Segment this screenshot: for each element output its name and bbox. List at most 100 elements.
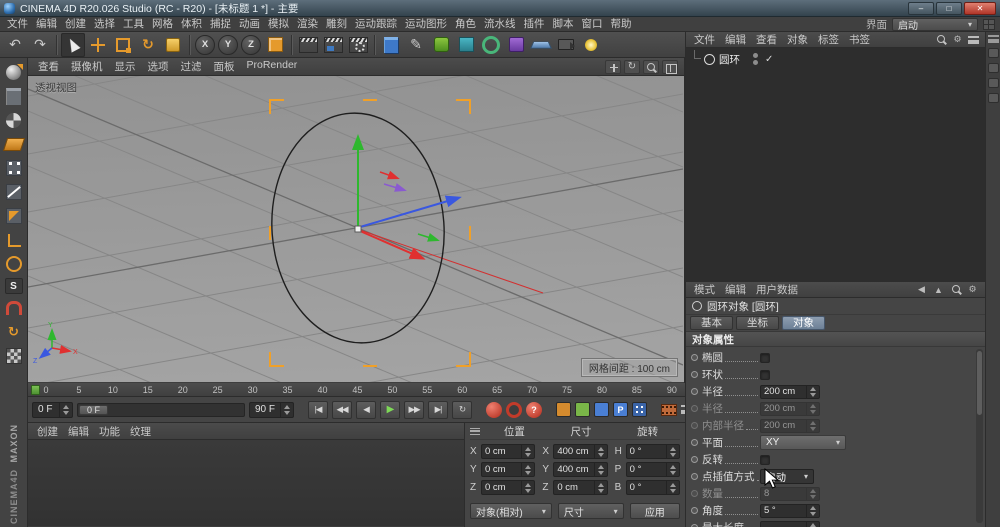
angle-field[interactable]: 5 ° xyxy=(760,504,820,518)
menu-item[interactable]: 动画 xyxy=(235,17,264,31)
spinner-arrows-icon[interactable] xyxy=(594,481,607,494)
loop-button[interactable]: ↻ xyxy=(452,401,472,419)
checker-pattern-icon[interactable] xyxy=(3,346,25,366)
floor-environment-icon[interactable] xyxy=(529,33,553,57)
viewport-menu-item[interactable]: 查看 xyxy=(32,59,65,74)
tab-object[interactable]: 对象 xyxy=(782,316,825,330)
deformer-icon[interactable] xyxy=(504,33,528,57)
menu-item[interactable]: 网格 xyxy=(148,17,177,31)
timeline-range-slider[interactable]: 0 F xyxy=(77,403,245,417)
viewport-menu-item[interactable]: ProRender xyxy=(241,59,304,74)
timeline-tick[interactable]: 25 xyxy=(213,385,223,395)
plane-dropdown[interactable]: XY▾ xyxy=(760,435,846,450)
attribute-menu-item[interactable]: 用户数据 xyxy=(751,282,803,297)
viewport-canvas[interactable]: Y X Z 透视视图 网格间距 : 100 cm xyxy=(28,76,684,382)
filter-icon[interactable]: ⚙ xyxy=(951,33,964,46)
spinner-arrows-icon[interactable] xyxy=(806,386,819,398)
material-list-area[interactable] xyxy=(28,440,464,526)
visibility-dots-icon[interactable] xyxy=(752,52,759,66)
record-keyframe-icon[interactable] xyxy=(486,402,502,418)
menu-item[interactable]: 脚本 xyxy=(549,17,578,31)
keyframe-dot-icon[interactable] xyxy=(691,473,698,480)
y-axis-lock-button[interactable]: Y xyxy=(218,35,238,55)
timeline-tick[interactable]: 65 xyxy=(492,385,502,395)
keyframe-dot-icon[interactable] xyxy=(691,388,698,395)
close-button[interactable]: ✕ xyxy=(964,2,996,15)
range-slider-thumb[interactable]: 0 F xyxy=(79,405,108,415)
dock-menu-icon[interactable] xyxy=(988,35,999,43)
edges-mode-icon[interactable] xyxy=(3,182,25,202)
coordinates-menu-icon[interactable] xyxy=(470,428,480,435)
light-icon[interactable] xyxy=(579,33,603,57)
dock-panel-icon[interactable] xyxy=(988,48,999,58)
tab-coordinates[interactable]: 坐标 xyxy=(736,316,779,330)
timeline-tick[interactable]: 15 xyxy=(143,385,153,395)
camera-icon[interactable] xyxy=(554,33,578,57)
record-scale-icon[interactable] xyxy=(575,402,590,417)
attribute-menu-item[interactable]: 编辑 xyxy=(720,282,751,297)
dock-panel-icon[interactable] xyxy=(988,93,999,103)
spinner-arrows-icon[interactable] xyxy=(666,481,679,494)
object-row[interactable]: 圆环 ✓ xyxy=(686,51,985,67)
timeline-tick[interactable]: 0 xyxy=(42,385,50,395)
add-primitive-cube-icon[interactable] xyxy=(379,33,403,57)
rotation-p-field[interactable]: 0 ° xyxy=(626,462,680,477)
render-view-icon[interactable] xyxy=(296,33,320,57)
record-parameter-icon[interactable]: P xyxy=(613,402,628,417)
menu-item[interactable]: 选择 xyxy=(90,17,119,31)
scale-tool-icon[interactable] xyxy=(111,33,135,57)
subdivision-surface-icon[interactable] xyxy=(429,33,453,57)
ring-checkbox[interactable] xyxy=(760,370,770,380)
snap-settings-magnet-icon[interactable] xyxy=(3,298,25,318)
spinner-arrows-icon[interactable] xyxy=(59,403,72,417)
timeline-tick[interactable]: 45 xyxy=(352,385,362,395)
spinner-arrows-icon[interactable] xyxy=(521,463,534,476)
menu-item[interactable]: 模拟 xyxy=(264,17,293,31)
current-frame-marker[interactable] xyxy=(31,385,40,395)
viewport-menu-item[interactable]: 选项 xyxy=(142,59,175,74)
move-tool-icon[interactable] xyxy=(86,33,110,57)
coordinate-mode-dropdown[interactable]: 对象(相对) ▾ xyxy=(470,503,552,519)
object-manager-menu-item[interactable]: 对象 xyxy=(782,32,813,47)
object-manager-menu-item[interactable]: 书签 xyxy=(844,32,875,47)
texture-mode-icon[interactable] xyxy=(3,110,25,130)
maximize-button[interactable]: □ xyxy=(936,2,962,15)
spinner-arrows-icon[interactable] xyxy=(594,445,607,458)
record-pla-icon[interactable] xyxy=(632,402,647,417)
spinner-arrows-icon[interactable] xyxy=(806,505,819,517)
panel-menu-icon[interactable] xyxy=(968,36,979,44)
tab-basic[interactable]: 基本 xyxy=(690,316,733,330)
viewport-menu-item[interactable]: 过滤 xyxy=(175,59,208,74)
scrollbar-thumb[interactable] xyxy=(977,351,982,415)
material-menu-item[interactable]: 纹理 xyxy=(125,424,156,439)
timeline-tick[interactable]: 60 xyxy=(457,385,467,395)
ellipse-checkbox[interactable] xyxy=(760,353,770,363)
dock-panel-icon[interactable] xyxy=(988,63,999,73)
scrollbar[interactable] xyxy=(976,349,983,523)
keyframe-selection-icon[interactable]: ? xyxy=(526,402,542,418)
radius-field[interactable]: 200 cm xyxy=(760,385,820,399)
timeline-tick[interactable]: 80 xyxy=(597,385,607,395)
search-icon[interactable] xyxy=(949,283,962,296)
spinner-arrows-icon[interactable] xyxy=(521,481,534,494)
menu-item[interactable]: 雕刻 xyxy=(322,17,351,31)
minimize-button[interactable]: – xyxy=(908,2,934,15)
field-torus-icon[interactable] xyxy=(479,33,503,57)
points-mode-icon[interactable] xyxy=(3,158,25,178)
rotation-h-field[interactable]: 0 ° xyxy=(626,444,680,459)
keyframe-dot-icon[interactable] xyxy=(691,422,698,429)
last-used-tool-icon[interactable] xyxy=(161,33,185,57)
object-enabled-check-icon[interactable]: ✓ xyxy=(765,54,773,65)
viewport-3d-scene[interactable]: Y X Z xyxy=(28,76,683,382)
parent-object-icon[interactable]: ▲ xyxy=(932,283,945,296)
current-frame-field[interactable]: 0 F xyxy=(32,402,73,418)
spline-pen-icon[interactable]: ✎ xyxy=(404,33,428,57)
object-manager-menu-item[interactable]: 查看 xyxy=(751,32,782,47)
interpolation-dropdown[interactable]: 自动▾ xyxy=(760,469,814,484)
object-manager-menu-item[interactable]: 编辑 xyxy=(720,32,751,47)
keyframe-dot-icon[interactable] xyxy=(691,371,698,378)
viewport-solo-icon[interactable] xyxy=(3,254,25,274)
object-manager-tree[interactable]: 圆环 ✓ xyxy=(686,48,985,282)
live-selection-tool-icon[interactable] xyxy=(61,33,85,57)
menu-item[interactable]: 体积 xyxy=(177,17,206,31)
